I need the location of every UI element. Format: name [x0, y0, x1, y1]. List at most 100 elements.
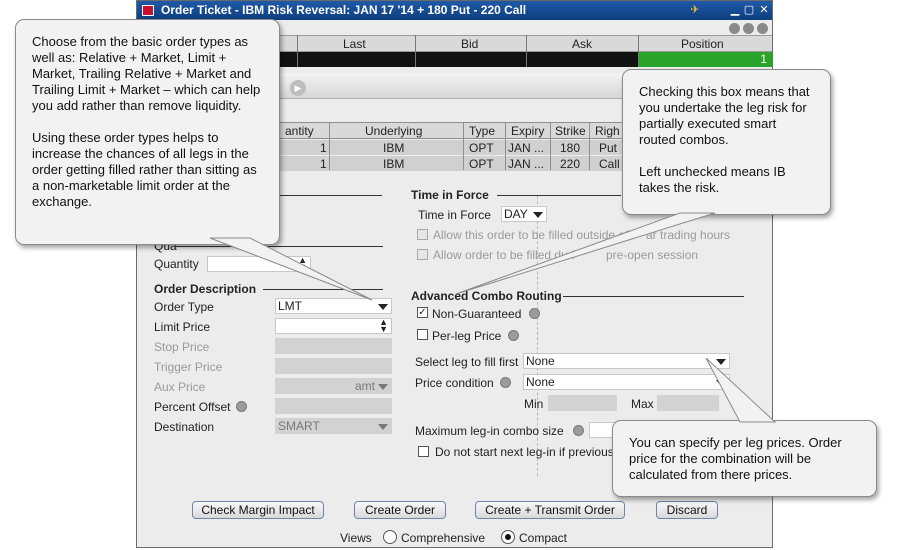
leg-right: Put	[599, 141, 618, 155]
col-position: Position	[681, 37, 724, 51]
col-strike: Strike	[555, 124, 586, 138]
chevron-down-icon	[716, 359, 726, 365]
spinner-icon[interactable]: ▲ ▼	[298, 256, 307, 272]
leg-underlying: IBM	[383, 141, 405, 155]
spinner-icon[interactable]: ▲ ▼	[379, 318, 388, 334]
chevron-down-icon	[378, 304, 388, 310]
pre-open-checkbox[interactable]	[417, 249, 428, 260]
col-last: Last	[343, 37, 366, 51]
time-in-force-title: Time in Force	[411, 188, 489, 202]
select-leg-dropdown[interactable]: None	[523, 353, 730, 369]
percent-offset-label: Percent Offset	[154, 400, 231, 414]
compact-radio[interactable]	[501, 530, 515, 544]
leg-expiry: JAN ...	[508, 141, 545, 155]
title-bar[interactable]: Order Ticket - IBM Risk Reversal: JAN 17…	[137, 1, 772, 20]
chevron-down-icon	[716, 380, 726, 386]
check-margin-button[interactable]: Check Margin Impact	[192, 501, 324, 519]
pin-icon[interactable]: ✈	[689, 4, 701, 16]
price-condition-label: Price condition	[415, 376, 494, 390]
limit-price-input[interactable]: ▲ ▼	[275, 318, 392, 334]
max-input[interactable]	[657, 395, 719, 411]
time-in-force-select[interactable]: DAY	[501, 206, 547, 222]
trigger-price-label: Trigger Price	[154, 360, 223, 374]
combo-routing-title: Advanced Combo Routing	[411, 289, 562, 303]
close-icon[interactable]: ✕	[758, 4, 770, 16]
min-input[interactable]	[548, 395, 617, 411]
window-title: Order Ticket - IBM Risk Reversal: JAN 17…	[161, 3, 527, 17]
views-label: Views	[340, 531, 372, 545]
link-icon[interactable]	[729, 23, 740, 34]
compact-label: Compact	[519, 531, 568, 545]
max-legin-label: Maximum leg-in combo size	[415, 424, 564, 438]
per-leg-price-label: Per-leg Price	[432, 329, 502, 343]
max-label: Max	[631, 397, 654, 411]
leg-right: Call	[599, 157, 620, 171]
min-label: Min	[524, 397, 544, 411]
minimize-icon[interactable]: ▁	[729, 4, 741, 16]
order-description-title: Order Description	[154, 282, 257, 296]
maximize-icon[interactable]: ▢	[743, 4, 755, 16]
non-guaranteed-label: Non-Guaranteed	[432, 307, 522, 321]
create-order-button[interactable]: Create Order	[354, 501, 446, 519]
aux-price-unit: amt	[354, 379, 375, 393]
aux-price-label: Aux Price	[154, 380, 206, 394]
comprehensive-label: Comprehensive	[401, 531, 486, 545]
chevron-down-icon	[533, 212, 543, 218]
select-leg-value: None	[526, 354, 555, 368]
col-ask: Ask	[572, 37, 593, 51]
chevron-down-icon	[378, 384, 388, 390]
limit-price-label: Limit Price	[154, 320, 211, 334]
non-guaranteed-checkbox[interactable]: ✓	[417, 307, 428, 318]
leg-strike: 180	[560, 141, 581, 155]
leg-expiry: JAN ...	[508, 157, 545, 171]
info-icon[interactable]	[573, 425, 584, 436]
per-leg-price-checkbox[interactable]	[417, 329, 428, 340]
leg-strike: 220	[560, 157, 581, 171]
play-icon[interactable]: ▶	[290, 80, 306, 96]
leg-quantity: 1	[320, 157, 327, 171]
destination-value: SMART	[278, 419, 320, 433]
col-quantity: antity	[285, 124, 314, 138]
percent-offset-input[interactable]	[275, 398, 392, 414]
order-type-select[interactable]: LMT	[275, 298, 392, 314]
quantity-label: Quantity	[154, 257, 199, 271]
info-icon[interactable]	[500, 377, 511, 388]
select-leg-label: Select leg to fill first	[415, 355, 519, 369]
trigger-price-input[interactable]	[275, 358, 392, 374]
info-icon[interactable]	[508, 330, 519, 341]
chevron-down-icon	[378, 424, 388, 430]
pre-open-label: Allow order to be filled duri	[433, 248, 575, 262]
app-icon	[142, 5, 154, 16]
stop-price-label: Stop Price	[154, 340, 210, 354]
outside-rth-checkbox[interactable]	[417, 229, 428, 240]
no-next-legin-checkbox[interactable]	[418, 446, 429, 457]
col-bid: Bid	[461, 37, 479, 51]
price-condition-dropdown[interactable]: None	[523, 374, 730, 390]
help-icon[interactable]	[757, 23, 768, 34]
stop-price-input[interactable]	[275, 338, 392, 354]
info-icon[interactable]	[529, 308, 540, 319]
order-type-value: LMT	[278, 299, 302, 313]
destination-select[interactable]: SMART	[275, 418, 392, 434]
destination-label: Destination	[154, 420, 215, 434]
aux-price-input[interactable]: amt	[275, 378, 392, 394]
quantity-input[interactable]: 1 ▲ ▼	[207, 256, 311, 272]
quantity-value: 1	[287, 257, 294, 271]
outside-rth-label-tail: ar trading hours	[646, 228, 731, 242]
info-icon[interactable]	[236, 401, 247, 412]
col-type: Type	[469, 124, 496, 138]
leg-type: OPT	[469, 141, 494, 155]
col-expiry: Expiry	[511, 124, 545, 138]
callout-order-types: Choose from the basic order types as wel…	[15, 19, 280, 245]
col-underlying: Underlying	[365, 124, 423, 138]
order-type-label: Order Type	[154, 300, 214, 314]
position-value: 1	[639, 52, 773, 67]
check-icon: ✓	[418, 307, 427, 318]
settings-icon[interactable]	[743, 23, 754, 34]
pre-open-label-tail: pre-open session	[606, 248, 699, 262]
no-next-legin-label: Do not start next leg-in if previous	[435, 445, 614, 459]
create-transmit-button[interactable]: Create + Transmit Order	[475, 501, 625, 519]
comprehensive-radio[interactable]	[383, 530, 397, 544]
callout-per-leg-price: You can specify per leg prices. Order pr…	[612, 420, 877, 497]
discard-button[interactable]: Discard	[656, 501, 718, 519]
